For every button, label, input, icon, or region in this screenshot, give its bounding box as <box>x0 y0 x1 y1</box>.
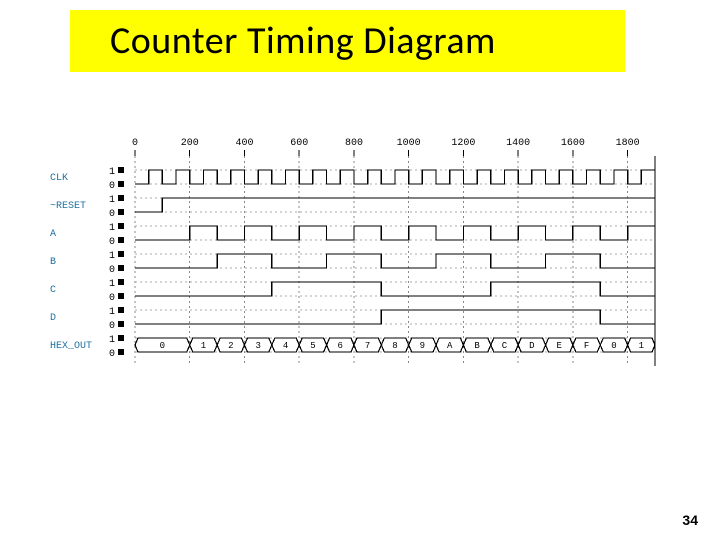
svg-text:A: A <box>50 229 56 240</box>
svg-text:2: 2 <box>228 341 233 351</box>
svg-text:1: 1 <box>201 341 206 351</box>
svg-text:1600: 1600 <box>561 138 585 149</box>
svg-text:1000: 1000 <box>397 138 421 149</box>
svg-text:B: B <box>474 341 480 351</box>
svg-text:1800: 1800 <box>616 138 640 149</box>
svg-text:D: D <box>50 313 56 324</box>
svg-text:0: 0 <box>109 181 115 192</box>
svg-text:200: 200 <box>181 138 199 149</box>
svg-text:7: 7 <box>365 341 370 351</box>
svg-text:E: E <box>557 341 562 351</box>
svg-text:HEX_OUT: HEX_OUT <box>50 341 92 352</box>
svg-text:9: 9 <box>420 341 425 351</box>
svg-text:C: C <box>502 341 508 351</box>
svg-text:CLK: CLK <box>50 173 68 184</box>
svg-text:4: 4 <box>283 341 288 351</box>
svg-text:800: 800 <box>345 138 363 149</box>
svg-text:~RESET: ~RESET <box>50 201 86 212</box>
page-number: 34 <box>682 512 698 528</box>
svg-text:D: D <box>529 341 534 351</box>
svg-text:C: C <box>50 285 56 296</box>
svg-text:1: 1 <box>109 195 115 206</box>
svg-text:1400: 1400 <box>506 138 530 149</box>
svg-text:5: 5 <box>310 341 315 351</box>
svg-text:8: 8 <box>392 341 397 351</box>
svg-text:0: 0 <box>109 349 115 360</box>
svg-text:1: 1 <box>109 167 115 178</box>
svg-text:3: 3 <box>255 341 260 351</box>
title-banner: Counter Timing Diagram <box>70 10 625 72</box>
svg-text:B: B <box>50 257 56 268</box>
svg-text:1: 1 <box>639 341 644 351</box>
svg-text:0: 0 <box>109 209 115 220</box>
svg-text:6: 6 <box>338 341 343 351</box>
svg-text:1: 1 <box>109 223 115 234</box>
slide-title: Counter Timing Diagram <box>110 18 496 64</box>
svg-text:0: 0 <box>109 293 115 304</box>
svg-text:0: 0 <box>132 138 138 149</box>
svg-text:0: 0 <box>109 237 115 248</box>
svg-text:F: F <box>584 341 589 351</box>
slide: Counter Timing Diagram 02004006008001000… <box>0 0 720 540</box>
svg-text:0: 0 <box>160 341 165 351</box>
svg-text:1: 1 <box>109 279 115 290</box>
svg-text:1: 1 <box>109 251 115 262</box>
svg-text:600: 600 <box>290 138 308 149</box>
svg-text:0: 0 <box>109 265 115 276</box>
timing-chart: 020040060080010001200140016001800CLK10~R… <box>50 130 665 390</box>
svg-text:1: 1 <box>109 307 115 318</box>
svg-text:A: A <box>447 341 453 351</box>
svg-text:1: 1 <box>109 335 115 346</box>
svg-text:0: 0 <box>611 341 616 351</box>
svg-text:400: 400 <box>235 138 253 149</box>
svg-text:0: 0 <box>109 321 115 332</box>
svg-text:1200: 1200 <box>451 138 475 149</box>
